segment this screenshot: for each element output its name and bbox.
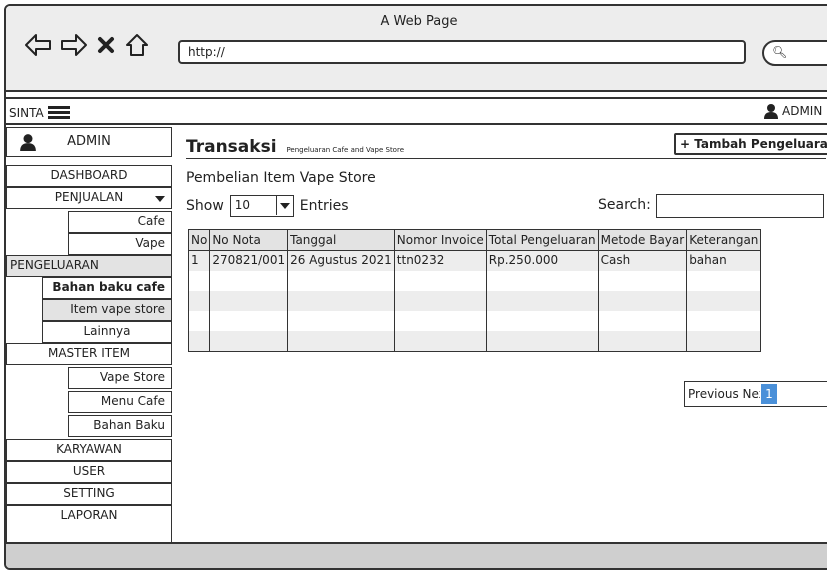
forward-arrow-icon[interactable] [60,32,88,58]
cell-metode-bayar: Cash [597,250,688,271]
sidebar-item-user[interactable]: USER [6,461,172,483]
brand: SINTA [9,104,70,121]
sidebar-item-setting[interactable]: SETTING [6,483,172,505]
sidebar-item-menu-cafe[interactable]: Menu Cafe [68,391,172,413]
entries-label: Entries [299,198,349,214]
table-row[interactable]: 1 270821/001 26 Agustus 2021 ttn0232 Rp.… [187,250,762,271]
title-bar: A Web Page http:// 🔍︎ [6,6,827,92]
entries-select[interactable]: 10 [229,195,294,217]
search-icon: 🔍︎ [772,45,788,59]
sidebar-item-karyawan[interactable]: KARYAWAN [6,439,172,461]
cell-total-pengeluaran: Rp.250.000 [485,250,599,271]
add-expense-button[interactable]: + Tambah Pengeluaran [674,133,827,155]
close-icon[interactable] [96,35,116,55]
sidebar-item-laporan[interactable]: LAPORAN [6,505,172,547]
top-user-label: ADMIN [782,104,823,118]
sidebar-item-bahan-baku[interactable]: Bahan Baku [68,415,172,437]
browser-window: A Web Page http:// 🔍︎ SINTA ADMIN ADMIN … [4,4,827,570]
chevron-down-icon [155,196,165,202]
entries-select-value: 10 [234,198,251,212]
sidebar-item-item-vape-store[interactable]: Item vape store [42,299,172,321]
cell-keterangan: bahan [686,250,762,271]
entries-control: Show 10 Entries [186,195,349,217]
col-no-nota[interactable]: No Nota [209,229,289,251]
search-input[interactable] [656,194,824,218]
table-row-empty [187,291,762,311]
home-icon[interactable] [124,32,150,58]
status-bar [6,542,827,568]
pagination-previous-next[interactable]: Previous Next [688,387,760,401]
chevron-down-icon [275,196,293,215]
user-icon [764,104,778,119]
nav-controls [24,32,150,58]
top-user-menu[interactable]: ADMIN [763,103,822,119]
sidebar-item-vape[interactable]: Vape [68,233,172,255]
browser-search-box[interactable]: 🔍︎ [762,40,827,66]
cell-nomor-invoice: ttn0232 [393,250,487,271]
sidebar-item-dashboard[interactable]: DASHBOARD [6,165,172,187]
sidebar-admin-label: ADMIN [67,134,111,149]
top-navbar: SINTA ADMIN [6,97,827,125]
user-icon [20,134,36,151]
page-subtitle: Pengeluaran Cafe and Vape Store [286,146,404,154]
table-header-row: No No Nota Tanggal Nomor Invoice Total P… [187,229,762,251]
table-row-empty [187,271,762,291]
pagination-page-1[interactable]: 1 [761,384,777,404]
back-arrow-icon[interactable] [24,32,52,58]
sidebar-admin[interactable]: ADMIN [6,127,172,157]
sidebar-item-cafe[interactable]: Cafe [68,211,172,233]
pagination: Previous Next 1 [684,381,827,407]
window-title: A Web Page [380,14,458,29]
cell-tanggal: 26 Agustus 2021 [287,250,395,271]
col-nomor-invoice[interactable]: Nomor Invoice [393,229,487,251]
cell-no-nota: 270821/001 [209,250,289,271]
sidebar-item-vape-store[interactable]: Vape Store [68,367,172,389]
hamburger-menu-icon[interactable] [47,104,70,121]
sidebar-item-penjualan[interactable]: PENJUALAN [6,187,172,209]
sidebar-item-bahan-baku-cafe[interactable]: Bahan baku cafe [42,277,172,299]
title-divider [186,158,826,159]
sidebar-item-label: PENJUALAN [54,190,124,204]
table-row-empty [187,331,762,352]
col-metode-bayar[interactable]: Metode Bayar [597,229,688,251]
sidebar-item-pengeluaran[interactable]: PENGELUARAN [6,255,172,277]
expenses-table: No No Nota Tanggal Nomor Invoice Total P… [187,229,762,352]
page-title-text: Transaksi [186,137,277,157]
cell-no: 1 [187,250,211,271]
table-row-empty [187,311,762,331]
sidebar-item-lainnya[interactable]: Lainnya [42,321,172,343]
col-total-pengeluaran[interactable]: Total Pengeluaran [485,229,599,251]
col-no[interactable]: No [187,229,211,251]
show-label: Show [186,198,224,214]
brand-label: SINTA [9,105,44,120]
col-keterangan[interactable]: Keterangan [686,229,762,251]
sidebar-item-master-item[interactable]: MASTER ITEM [6,343,172,365]
url-bar[interactable]: http:// [178,40,746,64]
search-label: Search: [598,197,651,213]
page-title: Transaksi Pengeluaran Cafe and Vape Stor… [186,137,404,157]
col-tanggal[interactable]: Tanggal [287,229,395,251]
section-title: Pembelian Item Vape Store [186,170,376,186]
